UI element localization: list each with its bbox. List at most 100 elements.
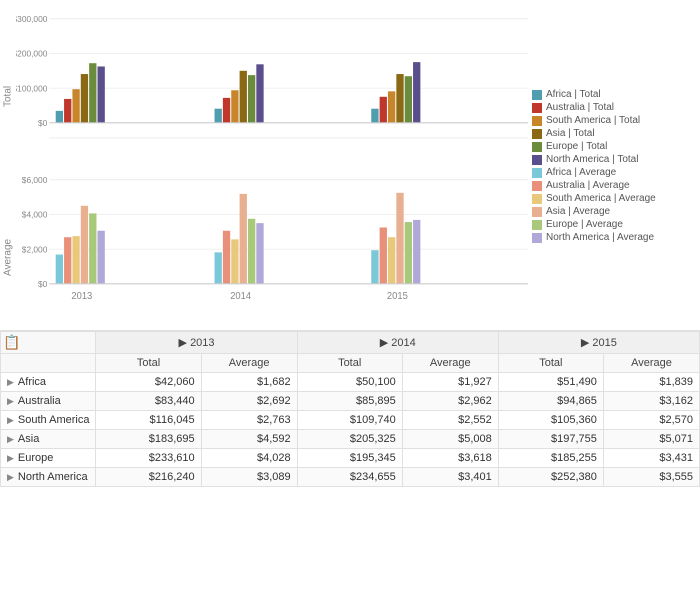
avg-2015-cell: $5,071 bbox=[603, 430, 699, 449]
region-cell[interactable]: ▶South America bbox=[1, 411, 96, 430]
total-2013-cell: $116,045 bbox=[96, 411, 201, 430]
legend-swatch-11 bbox=[532, 233, 542, 243]
legend-label-10: Europe | Average bbox=[546, 219, 623, 230]
expand-icon[interactable]: ▶ bbox=[7, 453, 14, 463]
total-2013-cell: $42,060 bbox=[96, 373, 201, 392]
col-avg-2013: Average bbox=[201, 354, 297, 373]
svg-text:2015: 2015 bbox=[387, 291, 408, 302]
main-container: Total $300,000 $200,000 $100,000 $0 bbox=[0, 0, 700, 602]
total-2015-cell: $185,255 bbox=[498, 449, 603, 468]
legend-swatch-0 bbox=[532, 90, 542, 100]
avg-2013-cell: $3,089 bbox=[201, 468, 297, 487]
svg-text:$4,000: $4,000 bbox=[22, 210, 48, 220]
table-row: ▶Europe $233,610 $4,028 $195,345 $3,618 … bbox=[1, 449, 700, 468]
avg-chart-wrapper: Average $6,000 $4,000 $2,000 $0 bbox=[0, 169, 528, 326]
legend-swatch-5 bbox=[532, 155, 542, 165]
legend-swatch-1 bbox=[532, 103, 542, 113]
chart-legend: Africa | TotalAustralia | TotalSouth Ame… bbox=[528, 8, 700, 326]
col-total-2013: Total bbox=[96, 354, 201, 373]
expand-icon[interactable]: ▶ bbox=[7, 377, 14, 387]
svg-text:2014: 2014 bbox=[230, 291, 252, 302]
avg-2013-cell: $1,682 bbox=[201, 373, 297, 392]
charts-left: Total $300,000 $200,000 $100,000 $0 bbox=[0, 8, 528, 326]
year-2015-header[interactable]: ▶ 2015 bbox=[498, 332, 699, 354]
year-2014-header[interactable]: ▶ 2014 bbox=[297, 332, 498, 354]
table-row: ▶South America $116,045 $2,763 $109,740 … bbox=[1, 411, 700, 430]
total-2015-cell: $51,490 bbox=[498, 373, 603, 392]
legend-item-5: North America | Total bbox=[532, 154, 696, 165]
legend-label-4: Europe | Total bbox=[546, 141, 607, 152]
table-row: ▶Australia $83,440 $2,692 $85,895 $2,962… bbox=[1, 392, 700, 411]
legend-label-3: Asia | Total bbox=[546, 128, 595, 139]
legend-item-8: South America | Average bbox=[532, 193, 696, 204]
legend-item-1: Australia | Total bbox=[532, 102, 696, 113]
svg-text:$200,000: $200,000 bbox=[16, 49, 48, 59]
legend-label-2: South America | Total bbox=[546, 115, 640, 126]
table-row: ▶North America $216,240 $3,089 $234,655 … bbox=[1, 468, 700, 487]
legend-label-1: Australia | Total bbox=[546, 102, 614, 113]
expand-icon[interactable]: ▶ bbox=[7, 415, 14, 425]
total-2014-cell: $195,345 bbox=[297, 449, 402, 468]
legend-swatch-2 bbox=[532, 116, 542, 126]
col-avg-2015: Average bbox=[603, 354, 699, 373]
col-total-2015: Total bbox=[498, 354, 603, 373]
total-2015-cell: $94,865 bbox=[498, 392, 603, 411]
avg-2015-cell: $1,839 bbox=[603, 373, 699, 392]
legend-item-11: North America | Average bbox=[532, 232, 696, 243]
svg-text:$300,000: $300,000 bbox=[16, 14, 48, 24]
total-2014-cell: $85,895 bbox=[297, 392, 402, 411]
region-cell[interactable]: ▶North America bbox=[1, 468, 96, 487]
region-cell[interactable]: ▶Asia bbox=[1, 430, 96, 449]
total-2013-cell: $83,440 bbox=[96, 392, 201, 411]
total-chart-svg: $300,000 $200,000 $100,000 $0 bbox=[16, 8, 528, 165]
col-region bbox=[1, 354, 96, 373]
total-2014-cell: $234,655 bbox=[297, 468, 402, 487]
total-2013-cell: $216,240 bbox=[96, 468, 201, 487]
region-cell[interactable]: ▶Africa bbox=[1, 373, 96, 392]
avg-y-label: Average bbox=[0, 169, 16, 326]
table-row: ▶Africa $42,060 $1,682 $50,100 $1,927 $5… bbox=[1, 373, 700, 392]
chart-area: Total $300,000 $200,000 $100,000 $0 bbox=[0, 0, 700, 330]
total-2014-cell: $109,740 bbox=[297, 411, 402, 430]
avg-2014-cell: $3,618 bbox=[402, 449, 498, 468]
avg-chart-svg: $6,000 $4,000 $2,000 $0 bbox=[16, 169, 528, 326]
col-total-2014: Total bbox=[297, 354, 402, 373]
svg-text:$100,000: $100,000 bbox=[16, 83, 48, 93]
svg-text:$0: $0 bbox=[38, 279, 48, 289]
avg-2014-cell: $2,962 bbox=[402, 392, 498, 411]
legend-swatch-4 bbox=[532, 142, 542, 152]
legend-label-11: North America | Average bbox=[546, 232, 654, 243]
total-2014-cell: $50,100 bbox=[297, 373, 402, 392]
legend-swatch-10 bbox=[532, 220, 542, 230]
legend-swatch-3 bbox=[532, 129, 542, 139]
expand-icon[interactable]: ▶ bbox=[7, 434, 14, 444]
table-area: 📋 ▶ 2013 ▶ 2014 ▶ 2015 Total Average Tot… bbox=[0, 330, 700, 602]
legend-item-9: Asia | Average bbox=[532, 206, 696, 217]
legend-swatch-6 bbox=[532, 168, 542, 178]
total-2015-cell: $197,755 bbox=[498, 430, 603, 449]
avg-2015-cell: $2,570 bbox=[603, 411, 699, 430]
legend-item-3: Asia | Total bbox=[532, 128, 696, 139]
svg-text:$0: $0 bbox=[38, 118, 48, 128]
expand-icon[interactable]: ▶ bbox=[7, 472, 14, 482]
legend-item-6: Africa | Average bbox=[532, 167, 696, 178]
avg-2015-cell: $3,431 bbox=[603, 449, 699, 468]
total-2014-cell: $205,325 bbox=[297, 430, 402, 449]
expand-icon[interactable]: ▶ bbox=[7, 396, 14, 406]
legend-swatch-8 bbox=[532, 194, 542, 204]
avg-2015-cell: $3,162 bbox=[603, 392, 699, 411]
total-y-label: Total bbox=[0, 8, 16, 165]
region-cell[interactable]: ▶Australia bbox=[1, 392, 96, 411]
total-2013-cell: $183,695 bbox=[96, 430, 201, 449]
avg-2014-cell: $1,927 bbox=[402, 373, 498, 392]
total-chart-wrapper: Total $300,000 $200,000 $100,000 $0 bbox=[0, 8, 528, 165]
legend-label-6: Africa | Average bbox=[546, 167, 616, 178]
table-row: ▶Asia $183,695 $4,592 $205,325 $5,008 $1… bbox=[1, 430, 700, 449]
svg-text:2013: 2013 bbox=[71, 291, 92, 302]
svg-text:$2,000: $2,000 bbox=[22, 244, 48, 254]
copy-icon[interactable]: 📋 bbox=[3, 334, 20, 350]
avg-2013-cell: $2,763 bbox=[201, 411, 297, 430]
year-2013-header[interactable]: ▶ 2013 bbox=[96, 332, 297, 354]
legend-label-7: Australia | Average bbox=[546, 180, 630, 191]
region-cell[interactable]: ▶Europe bbox=[1, 449, 96, 468]
